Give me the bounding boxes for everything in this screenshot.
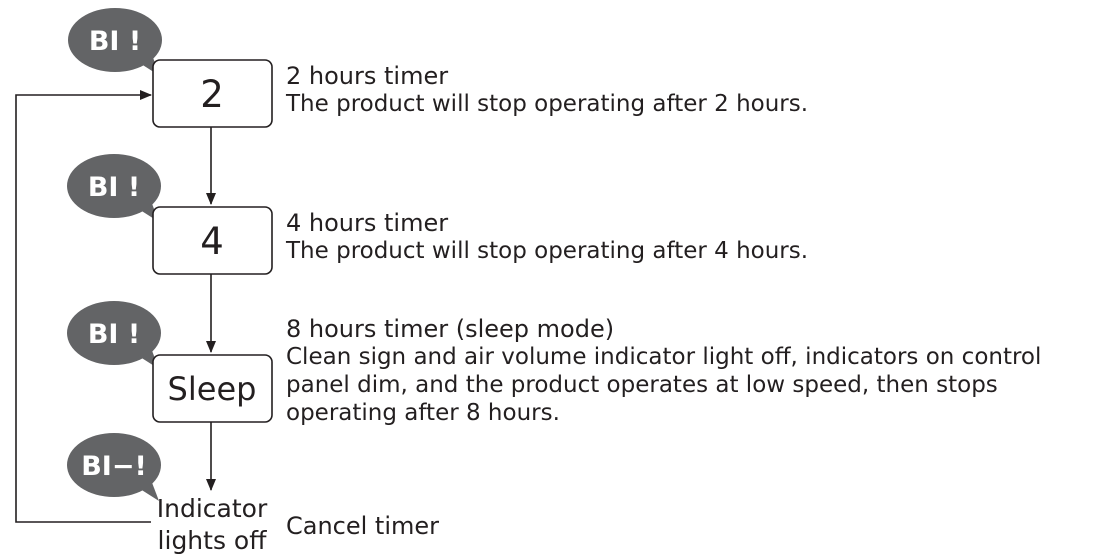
svg-text:Sleep: Sleep	[168, 370, 257, 408]
step-title: 2 hours timer	[286, 62, 449, 90]
beep-bubble-4: BI−!	[67, 433, 161, 501]
svg-text:2: 2	[200, 73, 224, 116]
display-box-4: 4	[152, 206, 273, 275]
svg-text:BI !: BI !	[88, 172, 140, 203]
beep-bubble-1: BI !	[68, 8, 162, 76]
svg-text:BI−!: BI−!	[81, 451, 147, 482]
display-box-2: 2	[152, 59, 273, 128]
step-title: Cancel timer	[286, 512, 440, 540]
indicator-label-line1: Indicator	[157, 494, 268, 523]
step-4h-description: 4 hours timer The product will stop oper…	[286, 210, 1094, 265]
beep-bubble-3: BI !	[67, 301, 161, 369]
svg-text:BI !: BI !	[88, 319, 140, 350]
step-body: Clean sign and air volume indicator ligh…	[286, 344, 1042, 426]
step-title: 4 hours timer	[286, 209, 449, 237]
beep-bubble-2: BI !	[67, 154, 161, 222]
step-2h-description: 2 hours timer The product will stop oper…	[286, 63, 1094, 118]
step-sleep-description: 8 hours timer (sleep mode) Clean sign an…	[286, 316, 1094, 427]
step-body: The product will stop operating after 4 …	[286, 238, 809, 264]
step-title: 8 hours timer (sleep mode)	[286, 315, 615, 343]
indicator-label-line2: lights off	[158, 526, 268, 555]
step-body: The product will stop operating after 2 …	[286, 91, 809, 117]
step-cancel-description: Cancel timer	[286, 513, 1094, 540]
display-box-sleep: Sleep	[152, 354, 273, 423]
svg-text:4: 4	[200, 220, 224, 263]
svg-text:BI !: BI !	[89, 26, 141, 57]
